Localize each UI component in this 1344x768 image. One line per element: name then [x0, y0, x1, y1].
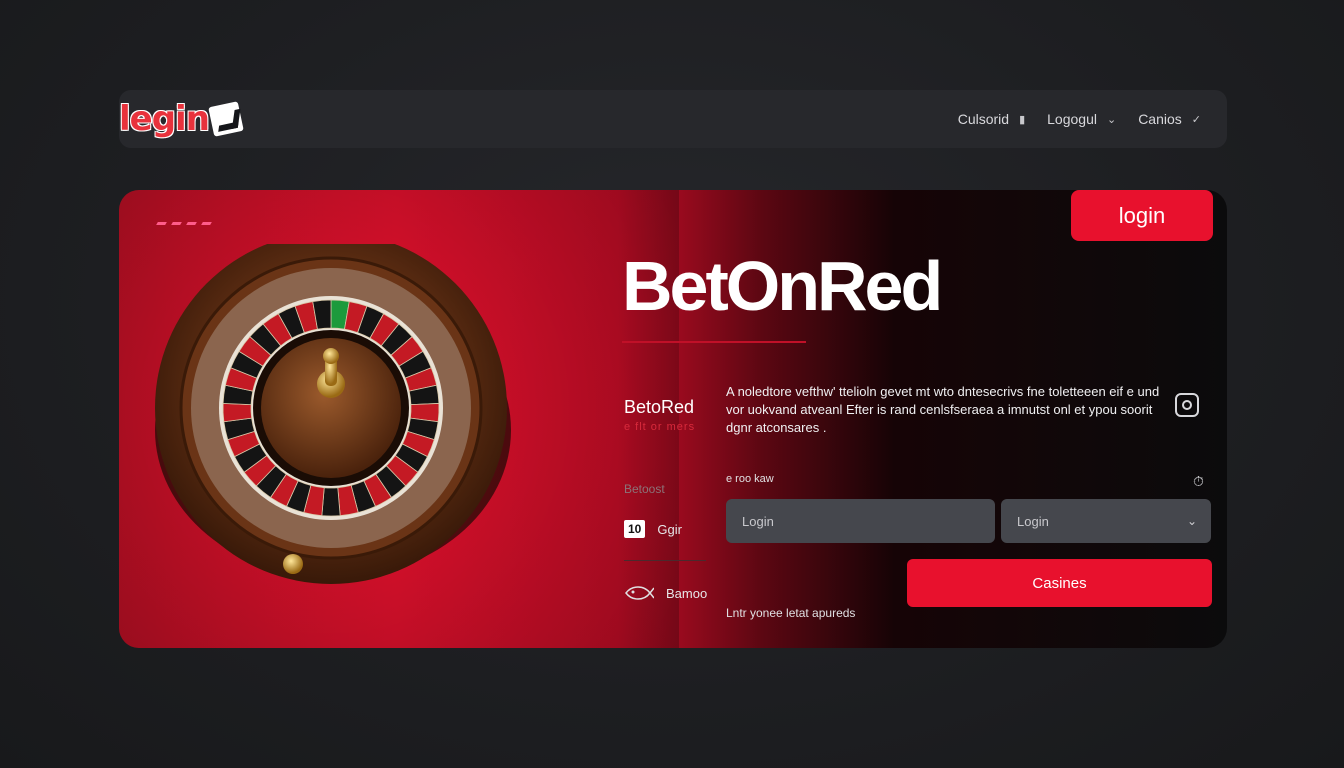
- nav-item-logogul[interactable]: Logogul ⌄: [1047, 111, 1116, 127]
- field-label: e roo kaw: [726, 473, 774, 485]
- nav-item-culsorid[interactable]: Culsorid ▮: [958, 111, 1025, 127]
- login-input[interactable]: Login: [726, 499, 995, 543]
- decor-dots: [156, 222, 212, 225]
- sidebar-subtitle: e flt or mers: [624, 421, 696, 433]
- sidebar-item-bamoo[interactable]: Bamoo: [624, 583, 707, 603]
- footnote-text: Lntr yonee letat apureds: [726, 606, 856, 620]
- hero-card: login BetOnRed BetoRed e flt or mers Bet…: [119, 190, 1227, 648]
- brand-logo[interactable]: legin: [119, 94, 244, 144]
- lock-icon: ▮: [1019, 113, 1026, 126]
- login-select[interactable]: Login ⌄: [1001, 499, 1211, 543]
- input-placeholder: Login: [742, 513, 774, 529]
- roulette-pocket: [321, 487, 341, 517]
- chevron-down-icon: ⌄: [1106, 113, 1117, 126]
- nav-item-label: Culsorid: [957, 111, 1010, 127]
- login-button[interactable]: login: [1071, 190, 1213, 241]
- roulette-wheel-image: [155, 244, 511, 584]
- sidebar-item-ggir[interactable]: 10 Ggir: [624, 520, 682, 538]
- top-navbar: legin Culsorid ▮ Logogul ⌄ Canios ✓: [119, 90, 1227, 148]
- nav-item-label: Canios: [1138, 111, 1182, 127]
- logo-mark-icon: [208, 101, 244, 137]
- count-badge: 10: [624, 520, 646, 538]
- logo-text: legin: [119, 99, 210, 139]
- fish-icon: [625, 586, 654, 600]
- check-icon: ✓: [1191, 113, 1201, 126]
- nav-item-canios[interactable]: Canios ✓: [1138, 111, 1201, 127]
- sidebar-brand-name: BetoRed: [624, 397, 695, 417]
- sidebar-divider: [624, 560, 706, 561]
- description-text: A noledtore vefthw' ttelioln gevet mt wt…: [726, 384, 1160, 435]
- chevron-down-icon: ⌄: [1186, 514, 1197, 528]
- sidebar-label: Betoost: [624, 482, 665, 496]
- roulette-pocket: [222, 402, 253, 423]
- nav-menu: Culsorid ▮ Logogul ⌄ Canios ✓: [958, 90, 1201, 148]
- nav-item-label: Logogul: [1047, 111, 1097, 127]
- casines-button[interactable]: Casines: [907, 559, 1212, 607]
- instagram-icon[interactable]: [1175, 393, 1199, 417]
- title-divider: [622, 341, 806, 343]
- brand-title: BetOnRed: [622, 247, 943, 325]
- sidebar-item-label: Ggir: [657, 521, 682, 537]
- select-value: Login: [1017, 513, 1049, 529]
- timer-icon[interactable]: ⏱: [1193, 473, 1204, 490]
- sidebar-item-label: Bamoo: [666, 585, 708, 601]
